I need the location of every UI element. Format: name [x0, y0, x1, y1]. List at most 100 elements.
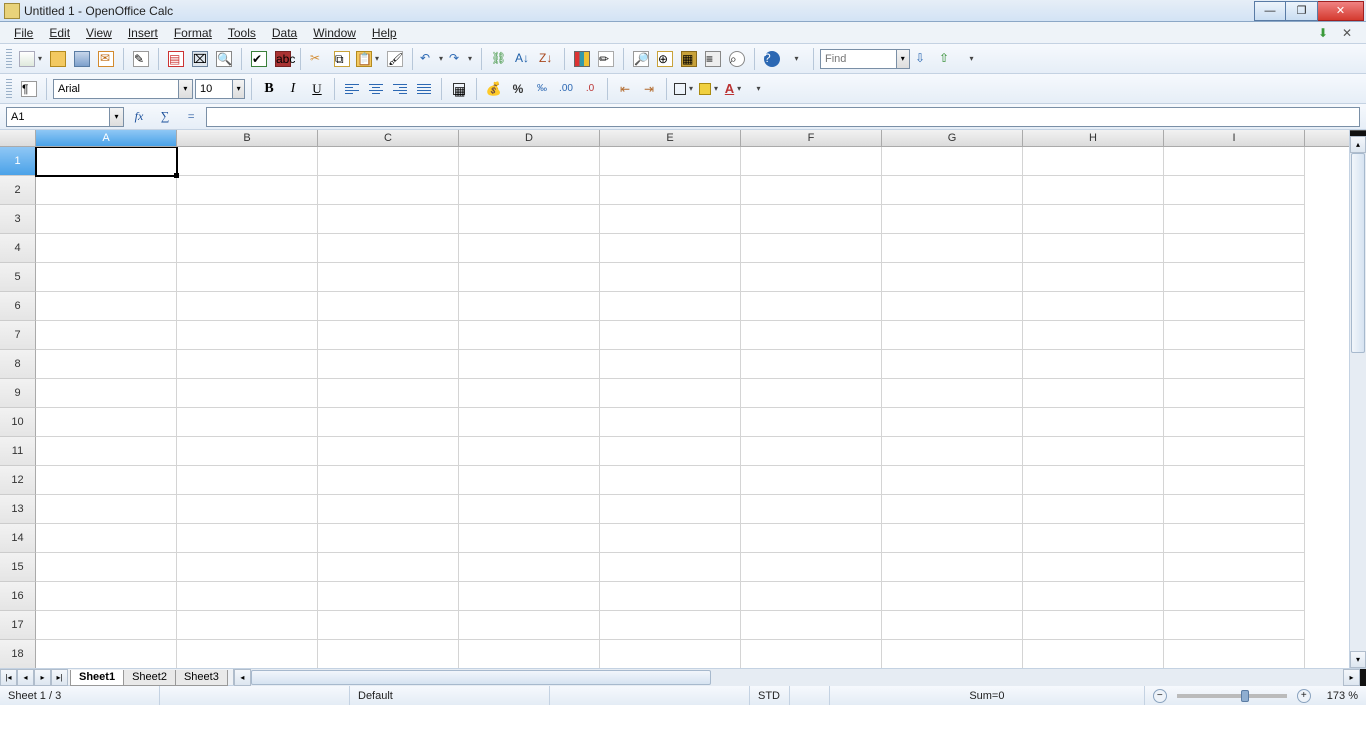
cell[interactable]	[1164, 263, 1305, 292]
show-draw-button[interactable]: ✏	[595, 48, 617, 70]
cell[interactable]	[1164, 176, 1305, 205]
cell[interactable]	[177, 205, 318, 234]
cell[interactable]	[1023, 321, 1164, 350]
find-prev-button[interactable]: ⇧	[936, 48, 958, 70]
cell[interactable]	[318, 147, 459, 176]
align-center-button[interactable]	[365, 78, 387, 100]
toolbar-grip[interactable]	[6, 79, 12, 99]
cell[interactable]	[1023, 176, 1164, 205]
cell[interactable]	[741, 611, 882, 640]
increase-indent-button[interactable]: ⇥	[638, 78, 660, 100]
undo-button[interactable]: ↶▾	[419, 48, 446, 70]
bold-button[interactable]: B	[258, 78, 280, 100]
cell[interactable]	[177, 553, 318, 582]
cell[interactable]	[1164, 437, 1305, 466]
cell[interactable]	[177, 379, 318, 408]
row-header[interactable]: 18	[0, 640, 36, 668]
menu-insert[interactable]: Insert	[120, 24, 166, 42]
cell[interactable]	[459, 321, 600, 350]
cell[interactable]	[882, 205, 1023, 234]
cell[interactable]	[882, 466, 1023, 495]
cell[interactable]	[1023, 234, 1164, 263]
row-header[interactable]: 2	[0, 176, 36, 205]
spellcheck-button[interactable]: ✔	[248, 48, 270, 70]
print-preview-button[interactable]: 🔍	[213, 48, 235, 70]
name-box[interactable]: ▾	[6, 107, 124, 127]
update-icon[interactable]: ⬇	[1318, 26, 1332, 40]
status-sum[interactable]: Sum=0	[830, 686, 1145, 705]
find-dropdown-icon[interactable]: ▾	[896, 50, 909, 68]
datasources-button[interactable]: ≡	[702, 48, 724, 70]
cell[interactable]	[882, 147, 1023, 176]
find-replace-button[interactable]: 🔎	[630, 48, 652, 70]
cell[interactable]	[882, 321, 1023, 350]
cell[interactable]	[318, 524, 459, 553]
cell[interactable]	[1164, 379, 1305, 408]
cell[interactable]	[882, 582, 1023, 611]
toolbar-grip[interactable]	[6, 49, 12, 69]
cell[interactable]	[36, 379, 177, 408]
cell[interactable]	[1023, 263, 1164, 292]
export-pdf-button[interactable]: ▤	[165, 48, 187, 70]
cell[interactable]	[177, 582, 318, 611]
cell[interactable]	[459, 292, 600, 321]
cell[interactable]	[1023, 437, 1164, 466]
cell[interactable]	[600, 640, 741, 668]
percent-button[interactable]: %	[507, 78, 529, 100]
cell[interactable]	[36, 205, 177, 234]
format-paintbrush-button[interactable]: 🖌	[384, 48, 406, 70]
row-header[interactable]: 8	[0, 350, 36, 379]
gallery-button[interactable]: ▦	[678, 48, 700, 70]
chart-button[interactable]	[571, 48, 593, 70]
sheet-tab-1[interactable]: Sheet1	[70, 670, 124, 686]
scroll-left-button[interactable]: ◂	[234, 669, 251, 686]
cell[interactable]	[741, 292, 882, 321]
cell[interactable]	[1164, 640, 1305, 668]
cell[interactable]	[1164, 524, 1305, 553]
cell[interactable]	[741, 350, 882, 379]
font-size-combo[interactable]: ▾	[195, 79, 245, 99]
row-header[interactable]: 9	[0, 379, 36, 408]
function-wizard-button[interactable]: fx	[128, 107, 150, 127]
cell[interactable]	[36, 321, 177, 350]
cell[interactable]	[741, 582, 882, 611]
cell[interactable]	[36, 234, 177, 263]
close-button[interactable]: ✕	[1318, 1, 1364, 21]
menu-data[interactable]: Data	[264, 24, 305, 42]
cell[interactable]	[882, 408, 1023, 437]
close-doc-icon[interactable]: ✕	[1342, 26, 1356, 40]
cell[interactable]	[741, 176, 882, 205]
cell[interactable]	[318, 321, 459, 350]
cell[interactable]	[36, 176, 177, 205]
column-header[interactable]: I	[1164, 130, 1305, 146]
cell[interactable]	[36, 408, 177, 437]
row-header[interactable]: 15	[0, 553, 36, 582]
cell[interactable]	[741, 640, 882, 668]
horizontal-scrollbar[interactable]: ◂ ▸	[233, 669, 1366, 685]
column-header[interactable]: A	[36, 130, 177, 146]
cell[interactable]	[882, 350, 1023, 379]
cell[interactable]	[36, 640, 177, 668]
cell[interactable]	[600, 205, 741, 234]
cell[interactable]	[882, 437, 1023, 466]
scroll-right-button[interactable]: ▸	[1343, 669, 1360, 686]
cell[interactable]	[600, 466, 741, 495]
row-header[interactable]: 16	[0, 582, 36, 611]
cell[interactable]	[882, 495, 1023, 524]
zoom-out-button[interactable]: −	[1153, 689, 1167, 703]
cell[interactable]	[741, 321, 882, 350]
cell[interactable]	[459, 495, 600, 524]
cell[interactable]	[177, 437, 318, 466]
row-header[interactable]: 17	[0, 611, 36, 640]
hscroll-track[interactable]	[251, 669, 1343, 686]
cell[interactable]	[177, 524, 318, 553]
status-mode[interactable]: STD	[750, 686, 790, 705]
styles-button[interactable]: ¶	[18, 78, 40, 100]
dropdown-icon[interactable]: ▾	[232, 80, 244, 98]
cell[interactable]	[1164, 408, 1305, 437]
row-header[interactable]: 1	[0, 147, 36, 176]
zoom-in-button[interactable]: +	[1297, 689, 1311, 703]
sum-button[interactable]: ∑	[154, 107, 176, 127]
tab-last-button[interactable]: ▸|	[51, 669, 68, 686]
vscroll-thumb[interactable]	[1351, 153, 1365, 353]
